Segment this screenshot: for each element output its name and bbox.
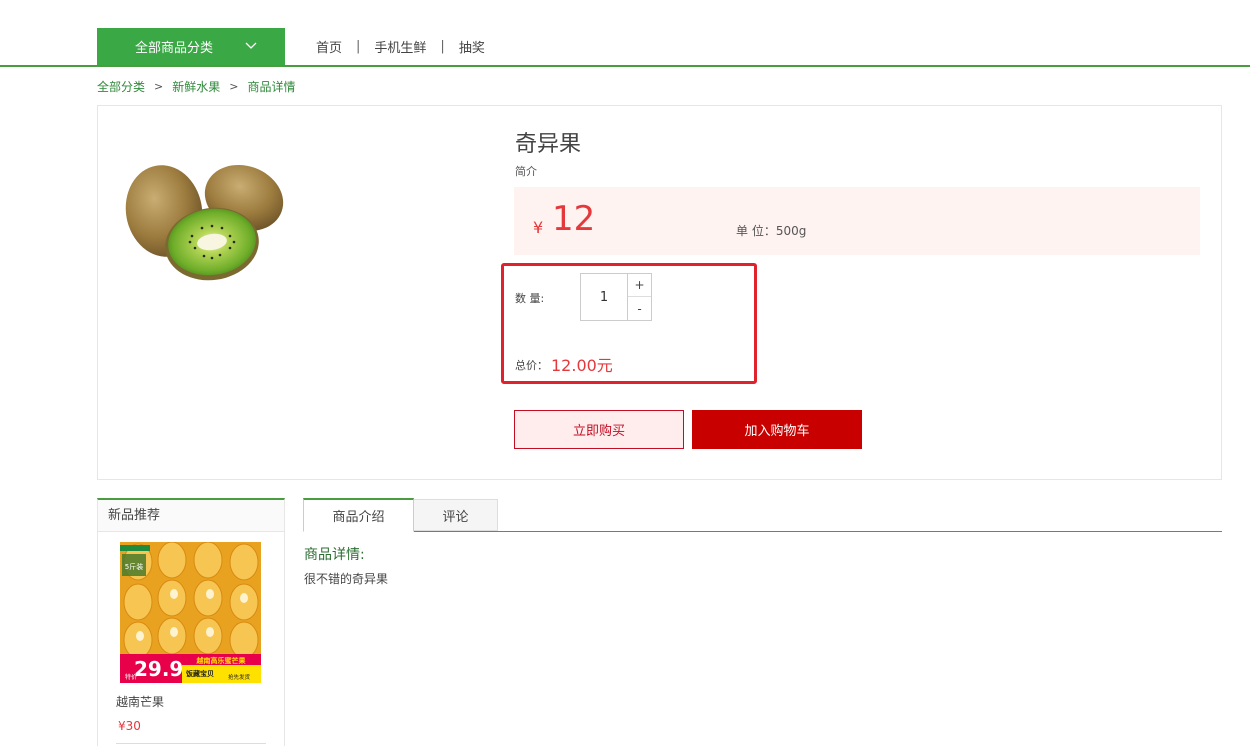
- breadcrumb-all-categories[interactable]: 全部分类: [97, 78, 145, 95]
- all-categories-button[interactable]: 全部商品分类: [97, 28, 285, 65]
- nav-separator: |: [440, 39, 445, 54]
- breadcrumb-arrow: >: [154, 80, 164, 93]
- buy-now-button[interactable]: 立即购买: [514, 410, 684, 449]
- sidebar-product-price: ¥30: [118, 719, 141, 733]
- chevron-down-icon: [245, 42, 257, 49]
- detail-tabs: 商品介绍 评论: [303, 498, 1222, 532]
- product-panel: 奇异果 简介 ¥ 12 单 位：500g 数 量: + - 总价： 12.00元…: [97, 105, 1222, 480]
- breadcrumb-product-detail[interactable]: 商品详情: [247, 78, 295, 95]
- product-image-kiwi: [125, 164, 284, 281]
- mango-sub1: 饭藏宝贝: [186, 669, 214, 678]
- sidebar-product-name[interactable]: 越南芒果: [116, 693, 164, 710]
- breadcrumb-arrow: >: [229, 80, 239, 93]
- detail-text: 很不错的奇异果: [304, 572, 389, 586]
- quantity-stepper: + -: [627, 273, 652, 321]
- total-price-label: 总价：: [515, 359, 548, 372]
- mango-badge: 5斤装: [125, 562, 143, 571]
- nav-link-home[interactable]: 首页: [316, 37, 342, 56]
- nav-link-lottery[interactable]: 抽奖: [459, 37, 485, 56]
- tab-reviews[interactable]: 评论: [414, 499, 498, 531]
- detail-heading: 商品详情:: [304, 547, 365, 563]
- product-unit: 单 位：500g: [736, 224, 807, 238]
- mango-sub2: 抢先发货: [228, 673, 251, 681]
- total-price-value: 12.00元: [551, 356, 613, 375]
- quantity-increase-button[interactable]: +: [628, 274, 651, 297]
- product-image-mango[interactable]: 5斤装 特价 29.9 越南高乐蜜芒果 饭藏宝贝 抢先发货: [120, 542, 261, 683]
- quantity-label: 数 量:: [515, 292, 545, 305]
- product-price: 12: [552, 199, 596, 239]
- currency-symbol: ¥: [533, 218, 544, 237]
- all-categories-label: 全部商品分类: [135, 41, 214, 56]
- sidebar-title: 新品推荐: [98, 500, 284, 532]
- top-navbar: 全部商品分类 首页 | 手机生鲜 | 抽奖: [0, 28, 1250, 67]
- quantity-decrease-button[interactable]: -: [628, 297, 651, 320]
- tab-product-intro[interactable]: 商品介绍: [303, 498, 414, 532]
- nav-link-fresh[interactable]: 手机生鲜: [374, 37, 426, 56]
- nav-separator: |: [356, 39, 361, 54]
- add-to-cart-button[interactable]: 加入购物车: [692, 410, 862, 449]
- price-panel: ¥ 12 单 位：500g: [514, 187, 1200, 255]
- mango-big-price: 29.9: [134, 657, 183, 681]
- divider: [116, 743, 266, 744]
- breadcrumb-fresh-fruit[interactable]: 新鲜水果: [172, 78, 220, 95]
- main-nav-links: 首页 | 手机生鲜 | 抽奖: [316, 28, 485, 65]
- quantity-input[interactable]: [580, 273, 628, 321]
- new-products-sidebar: 新品推荐 5斤装 特价 29.9 越南高乐蜜芒果 饭藏宝贝 抢先发货 越南芒果 …: [97, 498, 285, 746]
- product-title: 奇异果: [515, 132, 582, 157]
- mango-headline: 越南高乐蜜芒果: [196, 656, 246, 665]
- breadcrumb: 全部分类 > 新鲜水果 > 商品详情: [97, 78, 295, 95]
- product-intro: 简介: [515, 165, 537, 178]
